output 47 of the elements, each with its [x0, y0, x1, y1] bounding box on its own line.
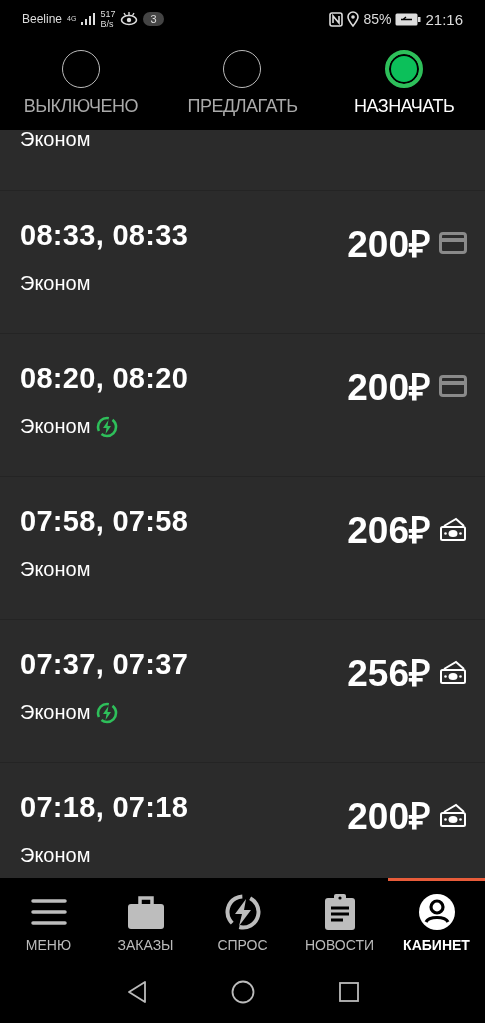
- clock: 21:16: [425, 10, 463, 28]
- home-button[interactable]: [230, 979, 255, 1004]
- order-price: 256₽: [347, 652, 431, 696]
- order-row[interactable]: 08:33, 08:33 Эконом 200₽: [0, 191, 485, 334]
- nfc-icon: [329, 11, 344, 27]
- recents-button[interactable]: [338, 981, 359, 1002]
- speed-unit: B/s: [100, 19, 115, 29]
- mode-option[interactable]: ВЫКЛЮЧЕНО: [0, 38, 162, 130]
- location-icon: [347, 11, 360, 27]
- order-row[interactable]: 07:37, 07:37 Эконом 256₽: [0, 620, 485, 763]
- clipboard-icon: [323, 893, 356, 931]
- menu-icon: [29, 897, 68, 927]
- battery-icon: [395, 12, 422, 26]
- nav-tab[interactable]: ЗАКАЗЫ: [97, 878, 194, 960]
- order-price: 206₽: [347, 509, 431, 553]
- tariff-label: Эконом: [20, 701, 91, 724]
- nav-tab[interactable]: НОВОСТИ: [291, 878, 388, 960]
- tariff-label: Эконом: [20, 130, 91, 151]
- nav-tab[interactable]: СПРОС: [194, 878, 291, 960]
- signal-icon: [81, 13, 96, 25]
- carrier-name: Beeline: [22, 12, 63, 26]
- eye-icon: [120, 12, 139, 26]
- order-price: 200₽: [347, 366, 431, 410]
- order-times: 07:37, 07:37: [20, 648, 190, 681]
- order-times: 07:58, 07:58: [20, 505, 190, 538]
- notification-count: 3: [143, 12, 164, 26]
- order-times: 08:33, 08:33: [20, 219, 190, 252]
- tariff-label: Эконом: [20, 558, 91, 581]
- speed-value: 517: [100, 9, 116, 19]
- order-times: 08:20, 08:20: [20, 362, 190, 395]
- mode-option[interactable]: ПРЕДЛАГАТЬ: [161, 38, 324, 130]
- back-button[interactable]: [126, 979, 147, 1004]
- order-row[interactable]: Эконом: [0, 130, 485, 191]
- battery-percent: 85%: [363, 11, 392, 27]
- briefcase-icon: [126, 894, 165, 930]
- order-price: 200₽: [347, 223, 431, 267]
- order-times: 07:18, 07:18: [20, 791, 190, 824]
- nav-tab[interactable]: МЕНЮ: [0, 878, 97, 960]
- order-price: 200₽: [347, 795, 431, 839]
- tariff-label: Эконом: [20, 415, 91, 438]
- mode-option[interactable]: НАЗНАЧАТЬ: [323, 38, 485, 130]
- order-row[interactable]: 08:20, 08:20 Эконом 200₽: [0, 334, 485, 477]
- profile-icon: [417, 893, 456, 931]
- order-row[interactable]: 07:58, 07:58 Эконом 206₽: [0, 477, 485, 620]
- tariff-label: Эконом: [20, 844, 91, 867]
- lightning-icon: [223, 893, 262, 931]
- tariff-label: Эконом: [20, 272, 91, 295]
